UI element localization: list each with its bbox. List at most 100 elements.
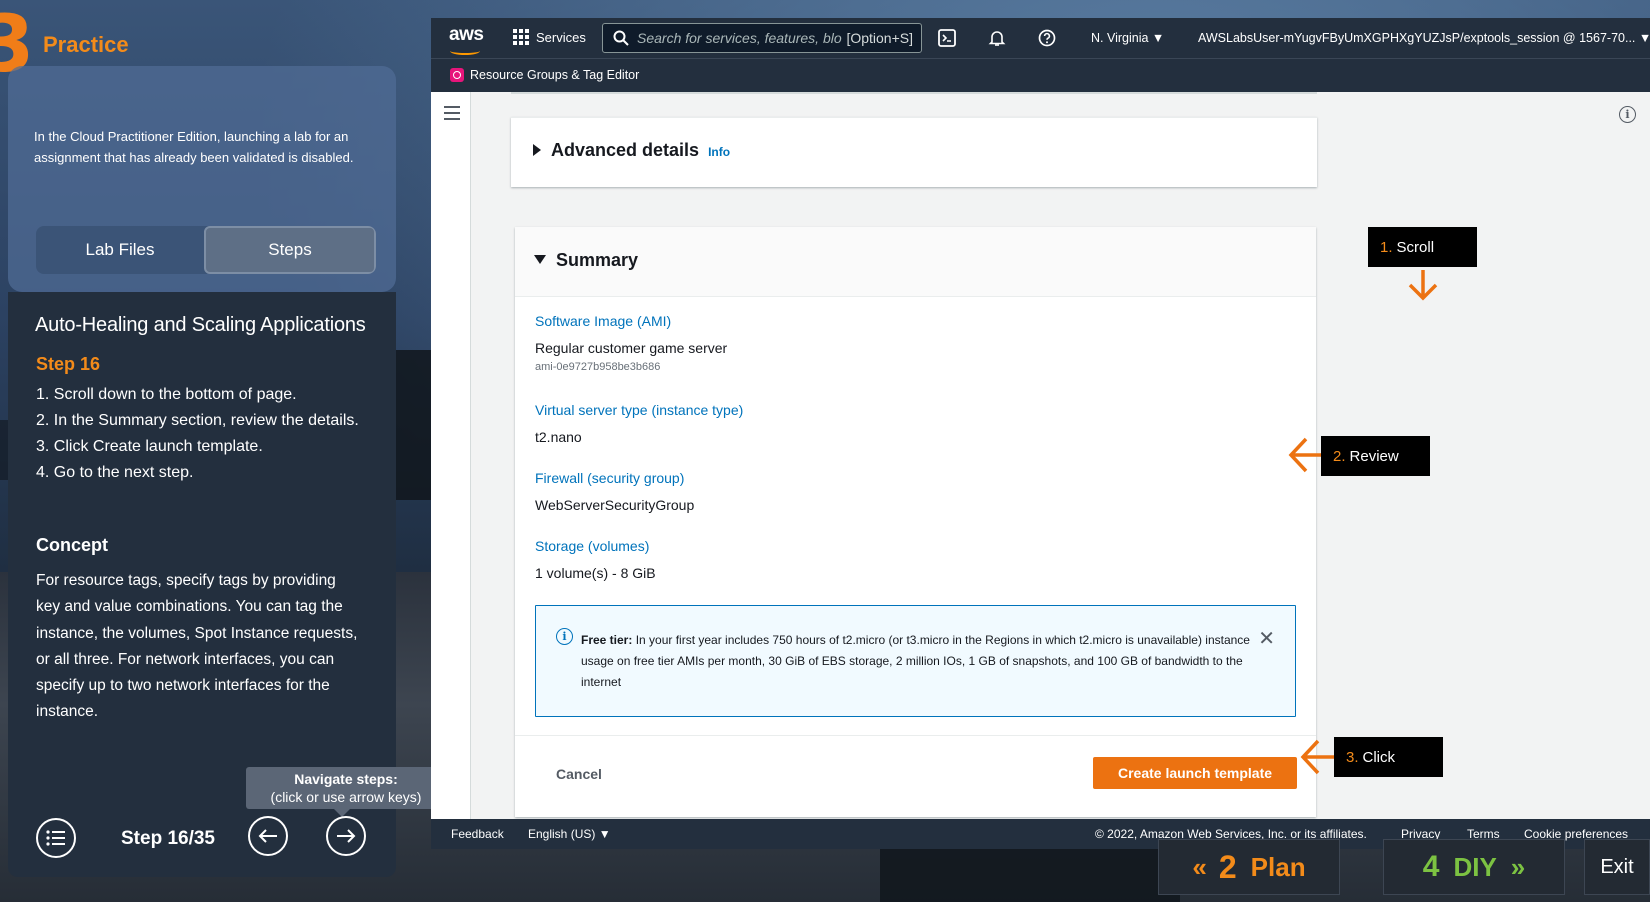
- step-list-button[interactable]: [36, 818, 76, 858]
- services-menu[interactable]: Services: [513, 29, 586, 45]
- arrow-left-icon: [1288, 437, 1322, 473]
- summary-header[interactable]: Summary: [515, 227, 1316, 297]
- bell-icon: [988, 31, 1006, 46]
- aws-top-nav: aws Services Search for services, featur…: [431, 18, 1650, 58]
- annotation-num: 1.: [1380, 238, 1393, 256]
- info-icon: i: [556, 628, 573, 645]
- annotation-label: Click: [1362, 748, 1396, 766]
- aws-smile-icon: [450, 47, 480, 55]
- step-label: Step 16: [36, 354, 101, 374]
- free-tier-bold: Free tier:: [581, 633, 633, 647]
- advanced-info-link[interactable]: Info: [708, 145, 730, 159]
- search-shortcut: [Option+S]: [846, 30, 913, 46]
- account-menu[interactable]: AWSLabsUser-mYugvFByUmXGPHXgYUZJsP/expto…: [1198, 31, 1650, 45]
- tab-lab-files[interactable]: Lab Files: [36, 226, 204, 274]
- lab-title: Auto-Healing and Scaling Applications: [35, 314, 366, 336]
- advanced-details-section[interactable]: Advanced details Info: [511, 117, 1317, 187]
- practice-title: Practice: [43, 32, 129, 57]
- annotation-num: 2.: [1333, 447, 1346, 465]
- card-divider: [511, 92, 1317, 94]
- grid-icon: [513, 29, 529, 45]
- step-instructions: 1. Scroll down to the bottom of page. 2.…: [36, 382, 366, 486]
- info-card: In the Cloud Practitioner Edition, launc…: [8, 66, 396, 292]
- navigate-tooltip: Navigate steps: (click or use arrow keys…: [246, 767, 446, 817]
- double-chevron-left-icon: «: [1192, 851, 1207, 882]
- summary-title: Summary: [556, 250, 639, 270]
- concept-title: Concept: [36, 535, 108, 555]
- step-nav-bar: Step 16/35: [8, 810, 396, 868]
- info-panel-icon[interactable]: i: [1619, 106, 1636, 123]
- console-content: i Advanced details Info Summary Software…: [431, 92, 1650, 819]
- annotation-label: Review: [1349, 447, 1399, 465]
- arrow-left-icon: [1300, 739, 1334, 775]
- caret-right-icon: [533, 144, 541, 156]
- security-group-value: WebServerSecurityGroup: [535, 497, 695, 513]
- cloudshell-button[interactable]: [936, 27, 958, 49]
- ami-value: Regular customer game server: [535, 340, 728, 356]
- search-placeholder: Search for services, features, blo: [637, 30, 842, 46]
- diy-button[interactable]: 4 DIY »: [1383, 839, 1565, 895]
- exit-label: Exit: [1600, 855, 1634, 878]
- search-input[interactable]: Search for services, features, blo [Opti…: [602, 23, 922, 53]
- arrow-right-icon: [337, 829, 356, 843]
- caret-down-icon: [534, 255, 546, 264]
- tab-steps[interactable]: Steps: [204, 226, 376, 274]
- tooltip-subtitle: (click or use arrow keys): [270, 789, 422, 805]
- language-selector[interactable]: English (US) ▼: [528, 827, 611, 841]
- storage-value: 1 volume(s) - 8 GiB: [535, 565, 656, 581]
- advanced-details-label: Advanced details: [551, 140, 700, 160]
- prev-step-button[interactable]: [248, 816, 288, 856]
- instruction-item: 3. Click Create launch template.: [36, 438, 263, 455]
- annotation-scroll: 1. Scroll: [1368, 227, 1477, 267]
- cancel-button[interactable]: Cancel: [556, 766, 602, 782]
- background-block: [880, 840, 1180, 902]
- menu-icon[interactable]: [444, 106, 460, 124]
- annotation-num: 3.: [1346, 748, 1359, 766]
- step-counter: Step 16/35: [121, 828, 215, 849]
- security-group-label[interactable]: Firewall (security group): [535, 470, 684, 486]
- plan-label: Plan: [1250, 851, 1306, 882]
- next-step-button[interactable]: [326, 816, 366, 856]
- exit-button[interactable]: Exit: [1584, 839, 1650, 895]
- plan-number: 2: [1218, 848, 1237, 885]
- instruction-item: 4. Go to the next step.: [36, 464, 194, 481]
- notifications-button[interactable]: [986, 27, 1008, 49]
- plan-button[interactable]: « 2 Plan: [1158, 839, 1340, 895]
- instruction-item: 1. Scroll down to the bottom of page.: [36, 386, 297, 403]
- instance-type-value: t2.nano: [535, 429, 582, 445]
- free-tier-alert: i Free tier: In your first year includes…: [535, 605, 1296, 717]
- aws-logo[interactable]: aws: [449, 24, 484, 55]
- help-icon: [1038, 29, 1056, 47]
- aws-favorites-bar: Resource Groups & Tag Editor: [431, 58, 1650, 92]
- resource-groups-icon: [450, 68, 464, 82]
- info-text: In the Cloud Practitioner Edition, launc…: [34, 129, 354, 165]
- search-icon: [613, 30, 629, 46]
- diy-number: 4: [1422, 850, 1440, 883]
- feedback-link[interactable]: Feedback: [451, 827, 504, 841]
- ami-id: ami-0e9727b958be3b686: [535, 361, 661, 373]
- concept-text: For resource tags, specify tags by provi…: [36, 572, 358, 721]
- help-button[interactable]: [1036, 27, 1058, 49]
- aws-console: aws Services Search for services, featur…: [431, 18, 1650, 849]
- resource-groups-link[interactable]: Resource Groups & Tag Editor: [450, 68, 639, 82]
- annotation-review: 2. Review: [1321, 436, 1430, 476]
- advanced-details-title: Advanced details Info: [551, 140, 730, 161]
- free-tier-body: In your first year includes 750 hours of…: [581, 633, 1250, 689]
- create-launch-template-button[interactable]: Create launch template: [1093, 757, 1297, 789]
- aws-logo-text: aws: [449, 24, 484, 45]
- storage-label[interactable]: Storage (volumes): [535, 538, 649, 554]
- ami-label[interactable]: Software Image (AMI): [535, 313, 671, 329]
- region-selector[interactable]: N. Virginia ▼: [1091, 31, 1164, 45]
- terminal-icon: [938, 29, 956, 47]
- free-tier-text: Free tier: In your first year includes 7…: [581, 630, 1251, 693]
- diy-label: DIY: [1453, 851, 1497, 882]
- side-nav-strip: [431, 92, 471, 819]
- instruction-item: 2. In the Summary section, review the de…: [36, 412, 359, 429]
- summary-footer: Cancel Create launch template: [515, 735, 1316, 817]
- services-label: Services: [536, 29, 586, 45]
- instance-type-label[interactable]: Virtual server type (instance type): [535, 402, 743, 418]
- arrow-left-icon: [258, 829, 277, 843]
- arrow-down-icon: [1408, 270, 1438, 301]
- close-icon[interactable]: ✕: [1258, 626, 1275, 651]
- annotation-label: Scroll: [1396, 238, 1435, 256]
